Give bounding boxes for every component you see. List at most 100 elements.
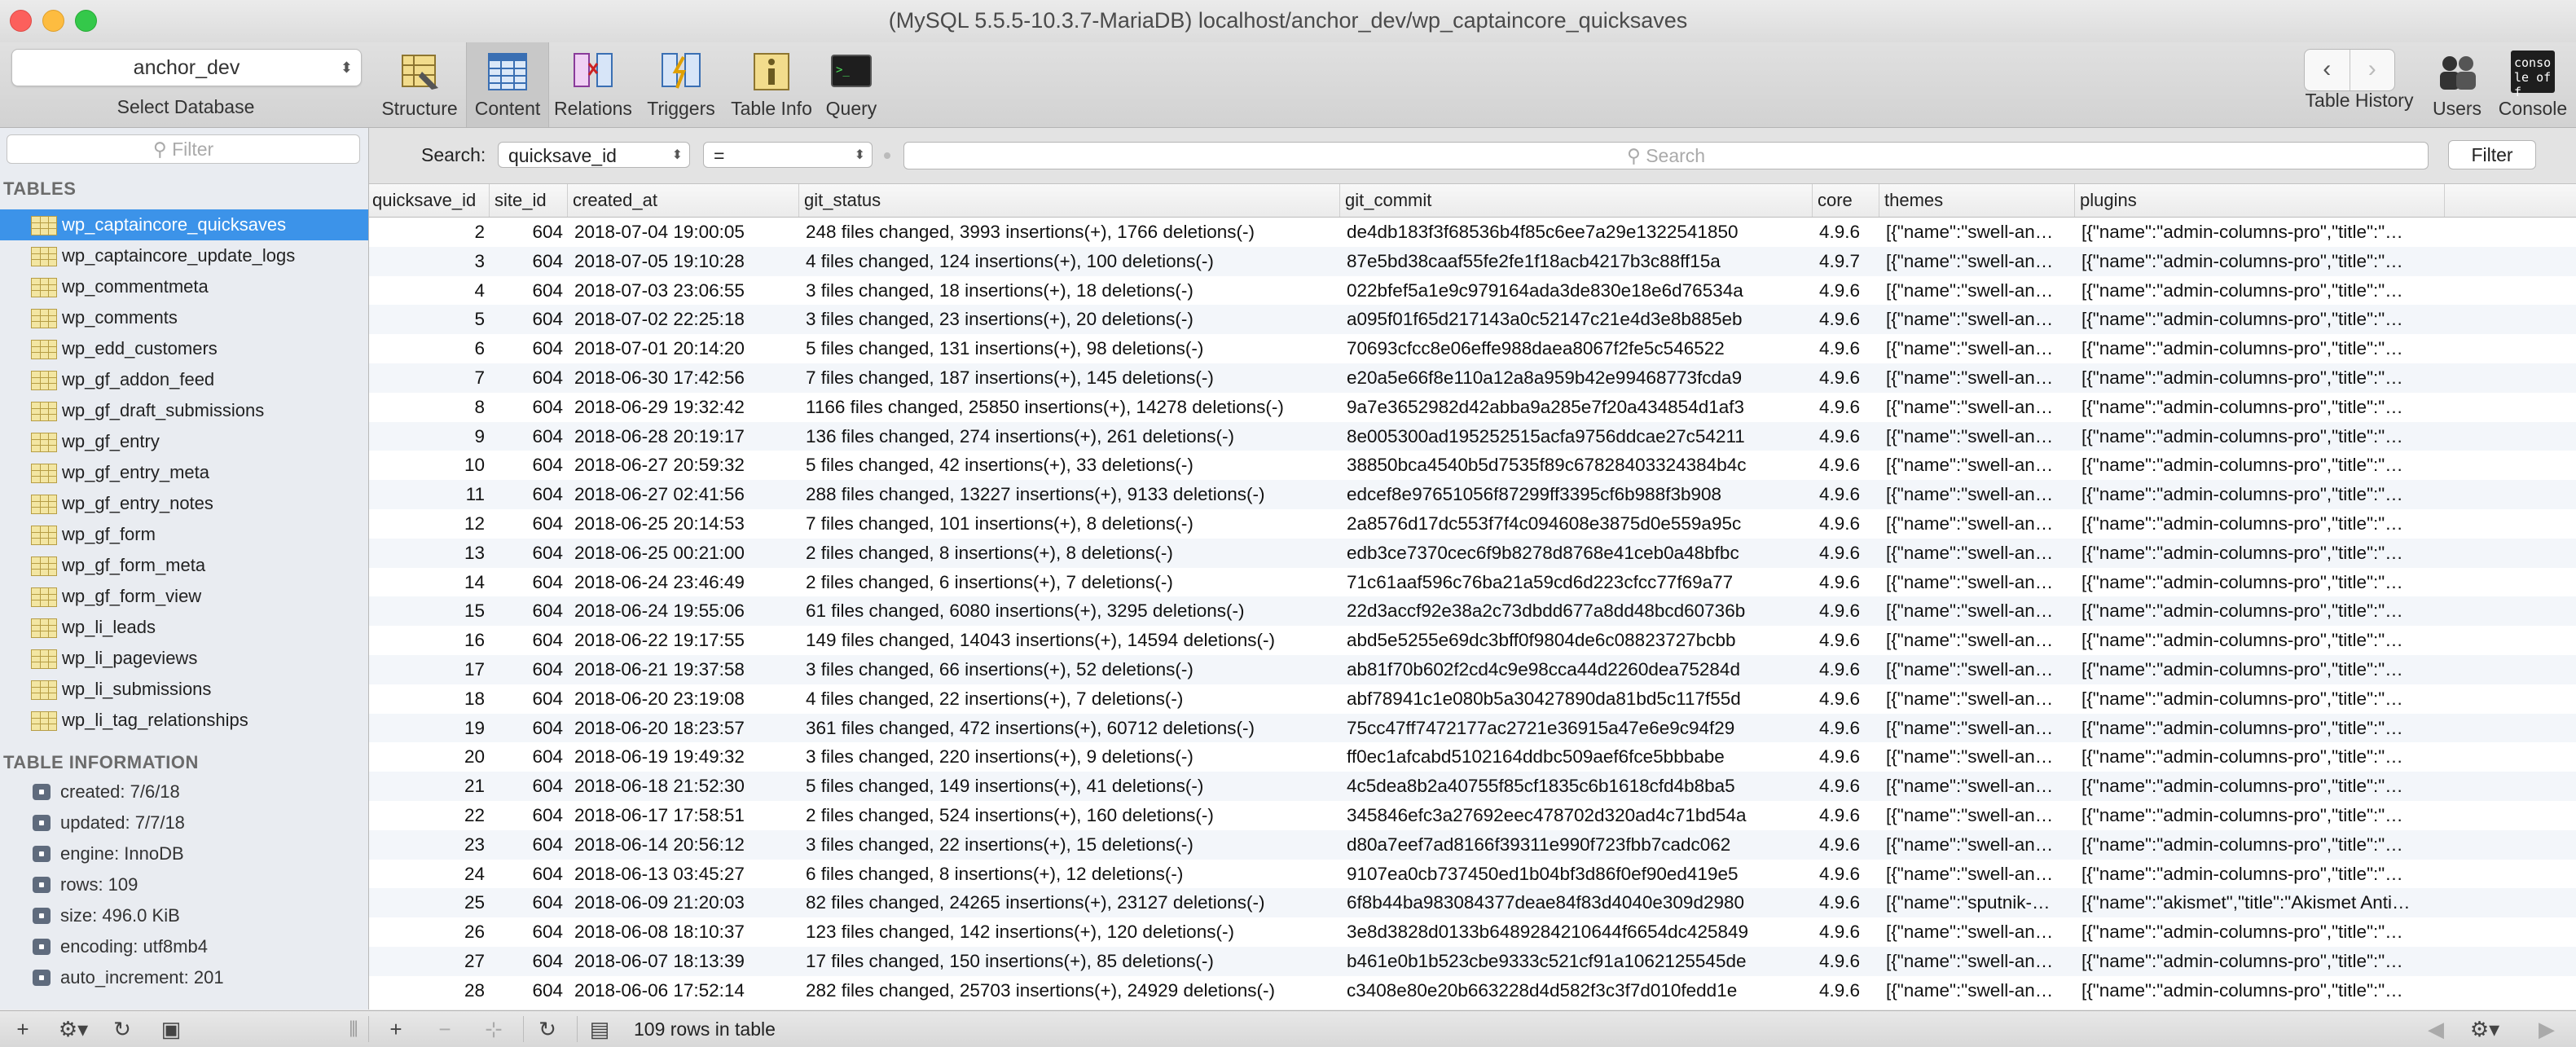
cell-site-id[interactable]: 604 xyxy=(491,247,568,276)
cell-git-status[interactable]: 3 files changed, 18 insertions(+), 18 de… xyxy=(801,276,1340,306)
table-row[interactable]: 8 604 2018-06-29 19:32:42 1166 files change… xyxy=(369,393,2576,422)
cell-created-at[interactable]: 2018-06-21 19:37:58 xyxy=(569,655,799,684)
cell-site-id[interactable]: 604 xyxy=(491,596,568,626)
cell-themes[interactable]: [{"name":"swell-an… xyxy=(1881,218,2075,247)
cell-core[interactable]: 4.9.6 xyxy=(1814,888,1879,917)
cell-themes[interactable]: [{"name":"swell-an… xyxy=(1881,655,2075,684)
cell-core[interactable]: 4.9.6 xyxy=(1814,363,1879,393)
cell-git-status[interactable]: 4 files changed, 22 insertions(+), 7 del… xyxy=(801,684,1340,714)
table-row[interactable]: 24 604 2018-06-13 03:45:27 6 files changed,… xyxy=(369,860,2576,889)
cell-core[interactable]: 4.9.6 xyxy=(1814,655,1879,684)
column-header-git-commit[interactable]: git_commit xyxy=(1342,184,1813,217)
cell-created-at[interactable]: 2018-06-30 17:42:56 xyxy=(569,363,799,393)
cell-core[interactable]: 4.9.6 xyxy=(1814,276,1879,306)
cell-plugins[interactable]: [{"name":"admin-columns-pro","title":"… xyxy=(2077,305,2445,334)
table-row[interactable]: 26 604 2018-06-08 18:10:37 123 files change… xyxy=(369,917,2576,947)
cell-quicksave-id[interactable]: 8 xyxy=(369,393,490,422)
table-row[interactable]: 11 604 2018-06-27 02:41:56 288 files change… xyxy=(369,480,2576,509)
table-row[interactable]: 4 604 2018-07-03 23:06:55 3 files changed, … xyxy=(369,276,2576,306)
cell-themes[interactable]: [{"name":"swell-an… xyxy=(1881,509,2075,539)
cell-git-status[interactable]: 361 files changed, 472 insertions(+), 60… xyxy=(801,714,1340,743)
cell-git-commit[interactable]: d80a7eef7ad8166f39311e990f723fbb7cadc062 xyxy=(1342,830,1813,860)
table-row[interactable]: 27 604 2018-06-07 18:13:39 17 files changed… xyxy=(369,946,2576,976)
table-row[interactable]: 23 604 2018-06-14 20:56:12 3 files changed,… xyxy=(369,829,2576,860)
cell-plugins[interactable]: [{"name":"admin-columns-pro","title":"… xyxy=(2077,509,2445,539)
console-button[interactable]: conso le off Console xyxy=(2495,42,2571,127)
cell-site-id[interactable]: 604 xyxy=(491,480,568,509)
sidebar-table-item[interactable]: wp_gf_addon_feed xyxy=(0,364,368,395)
cell-themes[interactable]: [{"name":"swell-an… xyxy=(1881,247,2075,276)
table-row[interactable]: 28 604 2018-06-06 17:52:14 282 files change… xyxy=(369,976,2576,1005)
sidebar-table-item[interactable]: wp_commentmeta xyxy=(0,271,368,302)
cell-git-commit[interactable]: 38850bca4540b5d7535f89c67828403324384b4c xyxy=(1342,451,1813,480)
structure-button[interactable]: Structure xyxy=(376,42,463,127)
column-header-themes[interactable]: themes xyxy=(1881,184,2075,217)
cell-git-status[interactable]: 123 files changed, 142 insertions(+), 12… xyxy=(801,917,1340,947)
table-row[interactable]: 20 604 2018-06-19 19:49:32 3 files changed,… xyxy=(369,742,2576,772)
table-row[interactable]: 9 604 2018-06-28 20:19:17 136 files changed… xyxy=(369,421,2576,451)
cell-quicksave-id[interactable]: 15 xyxy=(369,596,490,626)
search-operator-select[interactable]: = ⬍ xyxy=(703,142,873,168)
cell-git-commit[interactable]: de4db183f3f68536b4f85c6ee7a29e1322541850 xyxy=(1342,218,1813,247)
cell-themes[interactable]: [{"name":"swell-an… xyxy=(1881,276,2075,306)
cell-git-commit[interactable]: 4c5dea8b2a40755f85cf1835c6b1618cfd4b8ba5 xyxy=(1342,772,1813,801)
cell-git-status[interactable]: 3 files changed, 66 insertions(+), 52 de… xyxy=(801,655,1340,684)
cell-git-status[interactable]: 282 files changed, 25703 insertions(+), … xyxy=(801,976,1340,1005)
cell-site-id[interactable]: 604 xyxy=(491,305,568,334)
cell-created-at[interactable]: 2018-06-24 23:46:49 xyxy=(569,568,799,597)
cell-themes[interactable]: [{"name":"swell-an… xyxy=(1881,772,2075,801)
cell-site-id[interactable]: 604 xyxy=(491,917,568,947)
table-row[interactable]: 19 604 2018-06-20 18:23:57 361 files change… xyxy=(369,713,2576,743)
cell-quicksave-id[interactable]: 22 xyxy=(369,801,490,830)
cell-site-id[interactable]: 604 xyxy=(491,976,568,1005)
duplicate-row-icon[interactable]: ⊹ xyxy=(477,1011,510,1047)
cell-themes[interactable]: [{"name":"swell-an… xyxy=(1881,917,2075,947)
cell-site-id[interactable]: 604 xyxy=(491,742,568,772)
cell-plugins[interactable]: [{"name":"admin-columns-pro","title":"… xyxy=(2077,714,2445,743)
cell-quicksave-id[interactable]: 23 xyxy=(369,830,490,860)
cell-site-id[interactable]: 604 xyxy=(491,568,568,597)
table-row[interactable]: 25 604 2018-06-09 21:20:03 82 files changed… xyxy=(369,888,2576,918)
sidebar-table-item[interactable]: wp_edd_customers xyxy=(0,333,368,364)
cell-plugins[interactable]: [{"name":"admin-columns-pro","title":"… xyxy=(2077,830,2445,860)
column-header-core[interactable]: core xyxy=(1814,184,1879,217)
cell-created-at[interactable]: 2018-06-09 21:20:03 xyxy=(569,888,799,917)
cell-plugins[interactable]: [{"name":"admin-columns-pro","title":"… xyxy=(2077,480,2445,509)
sidebar-table-item[interactable]: wp_gf_entry_notes xyxy=(0,488,368,519)
cell-site-id[interactable]: 604 xyxy=(491,276,568,306)
filter-button[interactable]: Filter xyxy=(2448,140,2536,169)
toggle-panel-icon[interactable]: ▣ xyxy=(155,1011,187,1047)
cell-git-status[interactable]: 136 files changed, 274 insertions(+), 26… xyxy=(801,422,1340,451)
cell-quicksave-id[interactable]: 16 xyxy=(369,626,490,655)
cell-themes[interactable]: [{"name":"swell-an… xyxy=(1881,860,2075,889)
cell-core[interactable]: 4.9.6 xyxy=(1814,393,1879,422)
cell-created-at[interactable]: 2018-06-18 21:52:30 xyxy=(569,772,799,801)
cell-quicksave-id[interactable]: 25 xyxy=(369,888,490,917)
cell-created-at[interactable]: 2018-06-19 19:49:32 xyxy=(569,742,799,772)
cell-themes[interactable]: [{"name":"swell-an… xyxy=(1881,334,2075,363)
cell-git-commit[interactable]: 9a7e3652982d42abba9a285e7f20a434854d1af3 xyxy=(1342,393,1813,422)
cell-plugins[interactable]: [{"name":"admin-columns-pro","title":"… xyxy=(2077,742,2445,772)
cell-themes[interactable]: [{"name":"swell-an… xyxy=(1881,451,2075,480)
cell-core[interactable]: 4.9.6 xyxy=(1814,596,1879,626)
table-row[interactable]: 2 604 2018-07-04 19:00:05 248 files changed… xyxy=(369,218,2576,247)
sidebar-table-item[interactable]: wp_li_leads xyxy=(0,612,368,643)
cell-created-at[interactable]: 2018-06-07 18:13:39 xyxy=(569,947,799,976)
cell-git-commit[interactable]: edb3ce7370cec6f9b8278d8768e41ceb0a48bfbc xyxy=(1342,539,1813,568)
cell-git-commit[interactable]: 345846efc3a27692eec478702d320ad4c71bd54a xyxy=(1342,801,1813,830)
cell-themes[interactable]: [{"name":"swell-an… xyxy=(1881,714,2075,743)
database-select[interactable]: anchor_dev ⬍ xyxy=(11,49,362,86)
cell-site-id[interactable]: 604 xyxy=(491,714,568,743)
cell-git-status[interactable]: 82 files changed, 24265 insertions(+), 2… xyxy=(801,888,1340,917)
cell-quicksave-id[interactable]: 28 xyxy=(369,976,490,1005)
cell-themes[interactable]: [{"name":"swell-an… xyxy=(1881,596,2075,626)
table-row[interactable]: 16 604 2018-06-22 19:17:55 149 files change… xyxy=(369,626,2576,655)
cell-site-id[interactable]: 604 xyxy=(491,363,568,393)
cell-core[interactable]: 4.9.6 xyxy=(1814,422,1879,451)
table-row[interactable]: 7 604 2018-06-30 17:42:56 7 files changed, … xyxy=(369,363,2576,393)
cell-themes[interactable]: [{"name":"swell-an… xyxy=(1881,480,2075,509)
cell-plugins[interactable]: [{"name":"admin-columns-pro","title":"… xyxy=(2077,947,2445,976)
cell-core[interactable]: 4.9.6 xyxy=(1814,334,1879,363)
table-row[interactable]: 18 604 2018-06-20 23:19:08 4 files changed,… xyxy=(369,684,2576,714)
sidebar-table-item[interactable]: wp_gf_form_view xyxy=(0,581,368,612)
